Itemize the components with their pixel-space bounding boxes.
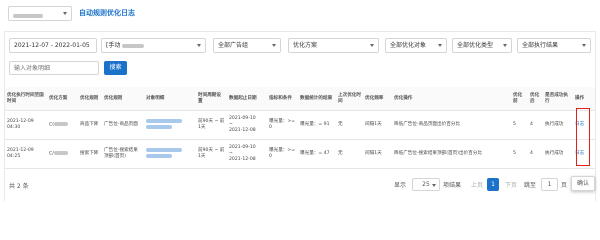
cell-dates: 2021-09-10 ~2021-12-08: [227, 139, 267, 169]
column-header: 优化规则: [78, 87, 102, 111]
goto-page-input[interactable]: 1: [541, 178, 558, 191]
search-button[interactable]: 搜索: [104, 61, 127, 75]
table-header-row: 优化执行时间至国时间 优化方案 优化规则 优化规则 对象明细 时间周期设置 数据…: [5, 87, 595, 111]
cell-result: 曝光量：= 47: [298, 139, 336, 169]
column-header: 是否成功执行: [543, 87, 573, 111]
page-size-select[interactable]: 25: [412, 178, 440, 191]
cell-period: 前90天 ~ 前1天: [196, 139, 227, 169]
current-page[interactable]: 1: [487, 178, 499, 191]
column-header: 优化频率: [363, 87, 392, 111]
chevron-down-icon: [432, 184, 436, 187]
cell-action: 降低广告位-搜索结果顶部(首页)出价百分比: [392, 139, 511, 169]
total-count: 共 2 条: [9, 183, 29, 190]
column-header: 指标和条件: [267, 87, 298, 111]
cell-period: 前90天 ~ 前1天: [196, 110, 227, 140]
table-row: 2021-12-09 04:30 C( 商品下降 广告位-商品页面 前90天 ~…: [5, 110, 595, 140]
chevron-down-icon: [503, 44, 507, 47]
cell-condition: 曝光量：>= 0: [267, 139, 298, 169]
cell-rule-object: 搜索下降: [78, 139, 102, 169]
chevron-down-icon: [438, 44, 442, 47]
optimize-object-select[interactable]: 全部优化对象: [385, 38, 447, 53]
page-title: 自动规则优化日志: [79, 9, 135, 17]
column-header: 优化前: [511, 87, 528, 111]
date-range-picker[interactable]: 2021-12-07 - 2022-01-05: [9, 38, 97, 53]
prev-page-button[interactable]: 上页: [471, 180, 483, 189]
cell-success: 执行成功: [543, 110, 573, 140]
column-header: 优化后: [528, 87, 543, 111]
cell-after: 4: [528, 110, 543, 140]
column-header: 优化执行时间至国时间: [5, 87, 47, 111]
cell-before: 5: [511, 110, 528, 140]
column-header: 时间周期设置: [196, 87, 227, 111]
column-header: 操作: [573, 87, 595, 111]
ad-group-select[interactable]: 全部广告组: [213, 38, 281, 53]
cell-rule-type: 广告位-商品页面: [102, 110, 144, 140]
exec-result-select[interactable]: 全部执行结果: [517, 38, 591, 53]
cell-success: 执行成功: [543, 139, 573, 169]
chevron-down-icon: [582, 44, 586, 47]
operation-column-highlight: [576, 108, 590, 166]
optimize-plan-select[interactable]: 优化方案: [288, 38, 379, 53]
cell-rule-object: 商品下降: [78, 110, 102, 140]
show-label: 显示: [394, 182, 407, 189]
cell-frequency: 间隔1天: [363, 139, 392, 169]
confirm-button[interactable]: 确认: [571, 176, 595, 191]
cell-result: 曝光量：= 91: [298, 110, 336, 140]
search-input[interactable]: [9, 61, 99, 75]
column-header: 上次优化时间: [336, 87, 363, 111]
per-page-label: 项结果: [443, 182, 462, 189]
log-table: 优化执行时间至国时间 优化方案 优化规则 优化规则 对象明细 时间周期设置 数据…: [5, 87, 595, 169]
column-header: 数据统计的结果: [298, 87, 336, 111]
cell-time: 2021-12-09 04:25: [5, 139, 47, 169]
chevron-down-icon: [272, 44, 276, 47]
table-row: 2021-12-09 04:25 C/ 搜索下降 广告位-搜索结果顶部(首页) …: [5, 139, 595, 169]
cell-plan: C/: [47, 139, 78, 169]
optimize-type-value: 全部优化类型: [457, 42, 494, 49]
ad-group-value: 全部广告组: [218, 42, 249, 49]
cell-object-detail: [144, 139, 196, 169]
column-header: 对象明细: [144, 87, 196, 111]
cell-dates: 2021-09-10 ~2021-12-08: [227, 110, 267, 140]
cell-last-time: 无: [336, 139, 363, 169]
optimize-plan-value: 优化方案: [293, 42, 318, 49]
optimize-object-value: 全部优化对象: [390, 42, 427, 49]
next-page-button[interactable]: 下页: [505, 180, 517, 189]
column-header: 数据起止日期: [227, 87, 267, 111]
cell-frequency: 间隔1天: [363, 110, 392, 140]
cell-action: 降低广告位-商品页面出价百分比: [392, 110, 511, 140]
cell-time: 2021-12-09 04:30: [5, 110, 47, 140]
goto-label: 跳至: [524, 182, 537, 189]
optimize-type-select[interactable]: 全部优化类型: [452, 38, 512, 53]
plan-select-value: [手动: [106, 42, 121, 49]
cell-object-detail: [144, 110, 196, 140]
page-suffix: 页: [561, 182, 568, 189]
cell-rule-type: 广告位-搜索结果顶部(首页): [102, 139, 144, 169]
cell-last-time: 无: [336, 110, 363, 140]
exec-result-value: 全部执行结果: [522, 42, 559, 49]
cell-after: 4: [528, 139, 543, 169]
cell-condition: 曝光量：>= 0: [267, 110, 298, 140]
column-header: 优化规则: [102, 87, 144, 111]
top-select[interactable]: [8, 6, 72, 21]
chevron-down-icon: [197, 44, 201, 47]
cell-before: 5: [511, 139, 528, 169]
cell-plan: C(: [47, 110, 78, 140]
column-header: 优化操作: [392, 87, 511, 111]
column-header: 优化方案: [47, 87, 78, 111]
plan-select[interactable]: [手动: [101, 38, 206, 53]
chevron-down-icon: [370, 44, 374, 47]
chevron-down-icon: [63, 12, 67, 15]
